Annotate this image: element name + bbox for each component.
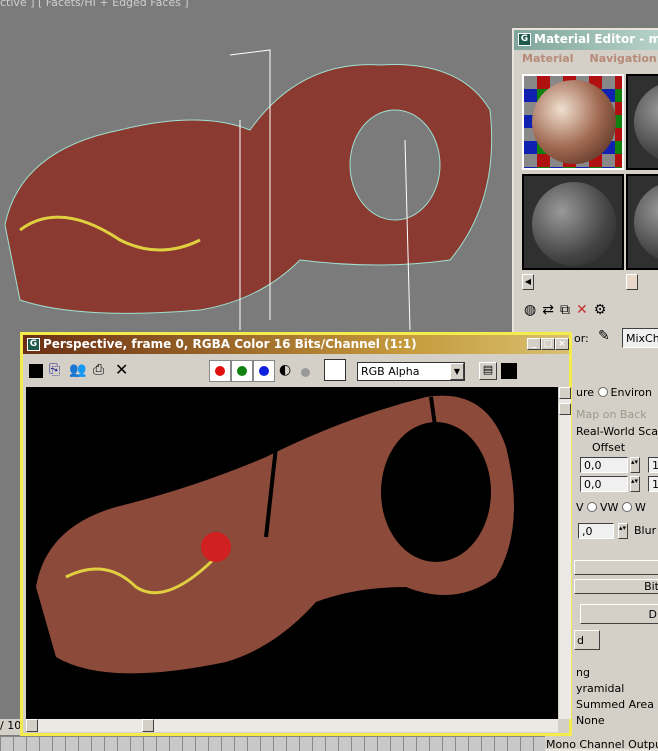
map-name-field[interactable]: MixCho: [622, 328, 658, 348]
rendered-frame-window: G Perspective, frame 0, RGBA Color 16 Bi…: [20, 332, 572, 736]
time-slider-ruler[interactable]: [0, 736, 545, 751]
monochrome-icon[interactable]: [301, 368, 310, 377]
real-world-scale-checkbox[interactable]: Real-World Scale: [576, 425, 658, 438]
filtering-group-label: ng: [576, 666, 590, 679]
tiling-v-field[interactable]: 1: [648, 476, 658, 492]
rendered-image: [26, 387, 558, 719]
blur-label: Blur o: [634, 524, 658, 537]
reset-map-icon[interactable]: ✕: [576, 302, 594, 318]
app-icon: G: [27, 338, 40, 351]
material-slot[interactable]: [626, 174, 658, 270]
map-label: or:: [574, 332, 589, 345]
viewport-label[interactable]: ctive ] [ Facets/HI + Edged Faces ]: [0, 0, 189, 9]
assign-material-icon[interactable]: ⧉: [560, 302, 576, 318]
save-icon[interactable]: [29, 364, 43, 378]
slot-scroll-left[interactable]: ◀: [522, 274, 534, 290]
copy-icon[interactable]: ⎘: [49, 362, 60, 378]
offset-v-spinner[interactable]: ▴▾: [630, 476, 640, 492]
offset-v-field[interactable]: 0,0: [580, 476, 628, 492]
blur-field[interactable]: ,0: [578, 523, 614, 539]
horizontal-scrollbar[interactable]: [26, 719, 558, 732]
clear-icon[interactable]: ✕: [115, 362, 128, 378]
menu-navigation[interactable]: Navigation: [589, 52, 656, 65]
show-map-on-back-checkbox[interactable]: Map on Back: [576, 408, 647, 421]
get-material-icon[interactable]: ◍: [524, 302, 542, 318]
filter-summed-area-radio[interactable]: Summed Area: [576, 698, 654, 711]
material-slot-active[interactable]: [522, 74, 624, 170]
filter-pyramidal-radio[interactable]: yramidal: [576, 682, 624, 695]
minimize-button[interactable]: _: [527, 338, 541, 350]
offset-u-spinner[interactable]: ▴▾: [630, 457, 640, 473]
radio-texture[interactable]: ure Environ: [576, 386, 652, 399]
chevron-down-icon[interactable]: ▼: [450, 363, 464, 380]
print-icon[interactable]: ⎙: [93, 362, 104, 378]
material-slot[interactable]: [626, 74, 658, 170]
menu-material[interactable]: Material: [522, 52, 573, 65]
maximize-button[interactable]: □: [541, 338, 555, 350]
put-to-scene-icon[interactable]: ⇄: [542, 302, 560, 318]
material-slot[interactable]: [522, 174, 624, 270]
copy-material-icon[interactable]: ⚙: [594, 302, 613, 318]
filter-none-radio[interactable]: None: [576, 714, 605, 727]
frame-window-title: Perspective, frame 0, RGBA Color 16 Bits…: [43, 337, 417, 351]
frame-window-titlebar[interactable]: G Perspective, frame 0, RGBA Color 16 Bi…: [23, 335, 569, 354]
blur-spinner[interactable]: ▴▾: [618, 523, 628, 539]
offset-u-field[interactable]: 0,0: [580, 457, 628, 473]
offset-label: Offset: [592, 441, 626, 454]
green-channel-toggle[interactable]: [231, 360, 253, 382]
vertical-scrollbar[interactable]: [559, 387, 571, 719]
frame-counter: / 10: [0, 719, 22, 735]
tiling-u-field[interactable]: 1: [648, 457, 658, 473]
clone-icon[interactable]: 👥: [69, 362, 86, 378]
mono-channel-output-label: Mono Channel Output:: [546, 738, 658, 751]
channel-dropdown-value: RGB Alpha: [361, 365, 420, 378]
reload-button[interactable]: d: [574, 630, 600, 650]
material-editor-title: Material Editor - mood: [534, 32, 658, 46]
menu-bar: Material Navigation: [514, 52, 658, 68]
frame-window-toolbar: ⎘ 👥 ⎙ ✕ ◐ RGB Alpha ▼ ▤: [23, 356, 569, 386]
color-swatch[interactable]: [324, 359, 346, 381]
rollout-bitmap-parameters[interactable]: Bit: [574, 579, 658, 594]
blue-channel-toggle[interactable]: [253, 360, 275, 382]
display-alpha-button[interactable]: ▤: [479, 362, 497, 380]
channel-dropdown[interactable]: RGB Alpha ▼: [357, 362, 465, 381]
material-editor-titlebar[interactable]: G Material Editor - mood: [514, 30, 658, 50]
close-button[interactable]: ×: [555, 338, 569, 350]
bitmap-path-button[interactable]: D: [580, 604, 658, 624]
material-toolbar: ◍⇄⧉✕⚙: [524, 302, 612, 318]
axis-radio-group[interactable]: V VW W: [576, 501, 646, 514]
alpha-channel-icon[interactable]: ◐: [279, 362, 291, 378]
material-sphere: [532, 80, 616, 164]
red-channel-toggle[interactable]: [209, 360, 231, 382]
eyedropper-icon[interactable]: ✎: [598, 328, 610, 344]
background-toggle[interactable]: [501, 363, 517, 379]
app-icon: G: [518, 33, 531, 46]
slot-scroll-thumb[interactable]: [626, 274, 638, 290]
rollout-header[interactable]: [574, 560, 658, 575]
